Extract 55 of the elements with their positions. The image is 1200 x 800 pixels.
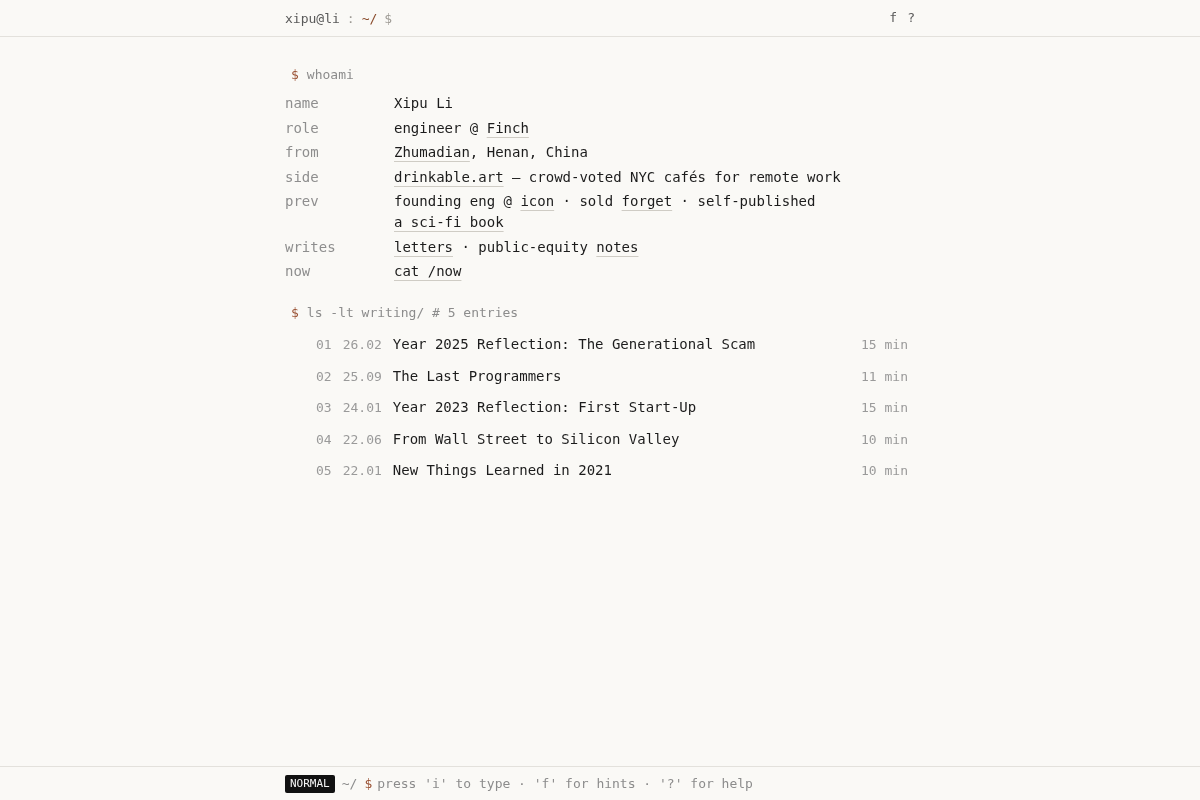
prompt-symbol: $	[291, 66, 299, 84]
field-label: name	[285, 94, 320, 113]
link[interactable]: letters	[394, 238, 453, 255]
field-label: now	[285, 262, 312, 281]
prompt-symbol: $	[384, 10, 393, 26]
hint-text: press 'i' to type · 'f' for hints · '?' for help	[377, 776, 753, 791]
link[interactable]: drinkable.art	[394, 168, 504, 185]
entry-number: 05	[316, 462, 332, 481]
entry-number: 02	[316, 367, 332, 386]
post-title-link[interactable]: From Wall Street to Silicon Valley	[392, 428, 680, 450]
value-text: Xipu Li	[394, 94, 454, 113]
prompt-separator: :	[346, 10, 355, 26]
link[interactable]: a sci-fi book	[394, 214, 504, 230]
post-title-link[interactable]: New Things Learned in 2021	[392, 460, 612, 482]
link[interactable]: notes	[596, 238, 639, 255]
field-label: role	[285, 118, 320, 138]
read-time: 15 min	[861, 399, 908, 418]
entry-number: 01	[316, 336, 332, 355]
post-title-link[interactable]: Year 2023 Reflection: First Start-Up	[392, 397, 697, 419]
field-label: writes	[285, 237, 337, 257]
path-text: ~/	[341, 776, 358, 791]
entry-date: 26.02	[342, 336, 382, 355]
field-label: side	[285, 167, 320, 187]
link[interactable]: Finch	[486, 119, 529, 136]
value-text: drinkable.art — crowd-voted NYC cafés for remote work	[394, 167, 842, 187]
read-time: 10 min	[861, 462, 908, 481]
field-label: from	[285, 143, 320, 162]
command-text: ls -lt writing/ # 5 entries	[306, 304, 519, 322]
path-text: ~/	[361, 10, 378, 26]
link[interactable]: cat /now	[394, 263, 462, 279]
value-text: engineer @ Finch	[394, 118, 530, 138]
post-title-link[interactable]: The Last Programmers	[392, 365, 562, 387]
read-time: 10 min	[861, 430, 908, 449]
command-text: whoami	[306, 66, 354, 84]
user-host-text: xipu@li	[285, 10, 340, 26]
entry-date: 22.06	[342, 430, 382, 449]
post-title-link[interactable]: Year 2025 Reflection: The Generational Scam	[392, 334, 756, 356]
entry-date: 22.01	[342, 462, 382, 481]
link[interactable]: Zhumadian	[394, 144, 470, 160]
read-time: 11 min	[861, 367, 908, 386]
mode-badge: NORMAL	[285, 774, 335, 793]
entry-date: 24.01	[342, 399, 382, 418]
shortcut-key-button[interactable]: ?	[907, 9, 915, 27]
prompt-symbol: $	[291, 304, 299, 322]
shortcut-key-button[interactable]: f	[889, 9, 898, 27]
field-label: prev	[285, 192, 320, 211]
value-text: letters · public-equity notes	[394, 237, 640, 257]
link[interactable]: icon	[520, 193, 555, 209]
prompt-symbol: $	[364, 776, 373, 791]
entry-number: 03	[316, 399, 332, 418]
entry-date: 25.09	[342, 367, 382, 386]
entry-number: 04	[316, 430, 332, 449]
value-text: Zhumadian, Henan, China	[394, 143, 589, 162]
read-time: 15 min	[861, 336, 908, 355]
link[interactable]: forget	[621, 193, 673, 209]
